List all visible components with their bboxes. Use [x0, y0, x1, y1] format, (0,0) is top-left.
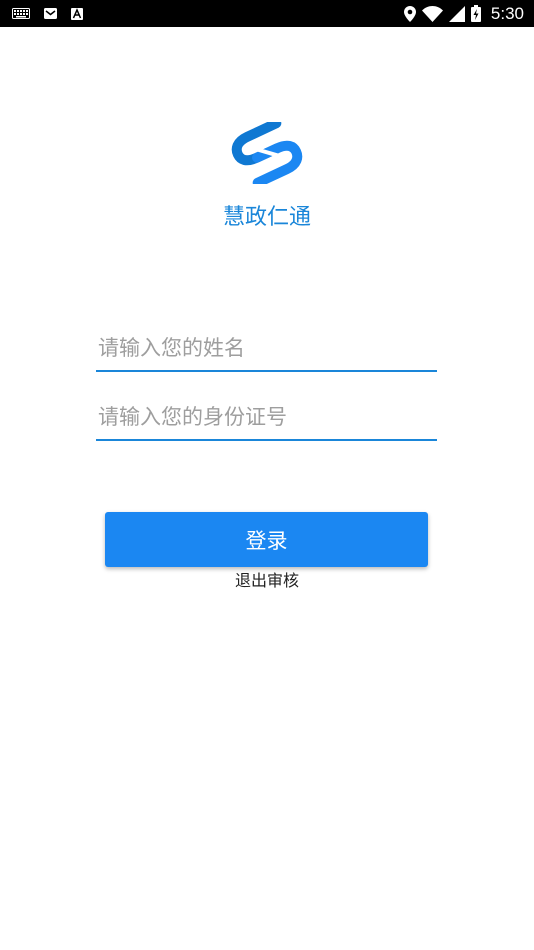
status-time: 5:30: [490, 3, 524, 23]
id-number-field[interactable]: [96, 395, 437, 441]
location-icon: [403, 5, 416, 22]
status-bar-right: 5:30: [403, 0, 524, 27]
wifi-icon: [421, 5, 443, 22]
status-bar: 5:30: [0, 0, 534, 27]
gmail-icon: [44, 8, 57, 19]
name-field[interactable]: [96, 326, 437, 372]
name-input[interactable]: [96, 326, 437, 370]
login-button[interactable]: 登录: [105, 512, 428, 567]
exit-review-link[interactable]: 退出审核: [0, 569, 534, 593]
app-logo-s-icon: [231, 122, 303, 184]
signal-icon: [448, 5, 465, 22]
id-number-input[interactable]: [96, 395, 437, 439]
keyboard-icon: [12, 8, 30, 19]
battery-charging-icon: [470, 5, 481, 22]
app-name: 慧政仁通: [222, 205, 311, 230]
status-bar-left: [12, 0, 83, 27]
font-a-icon: [71, 7, 83, 20]
